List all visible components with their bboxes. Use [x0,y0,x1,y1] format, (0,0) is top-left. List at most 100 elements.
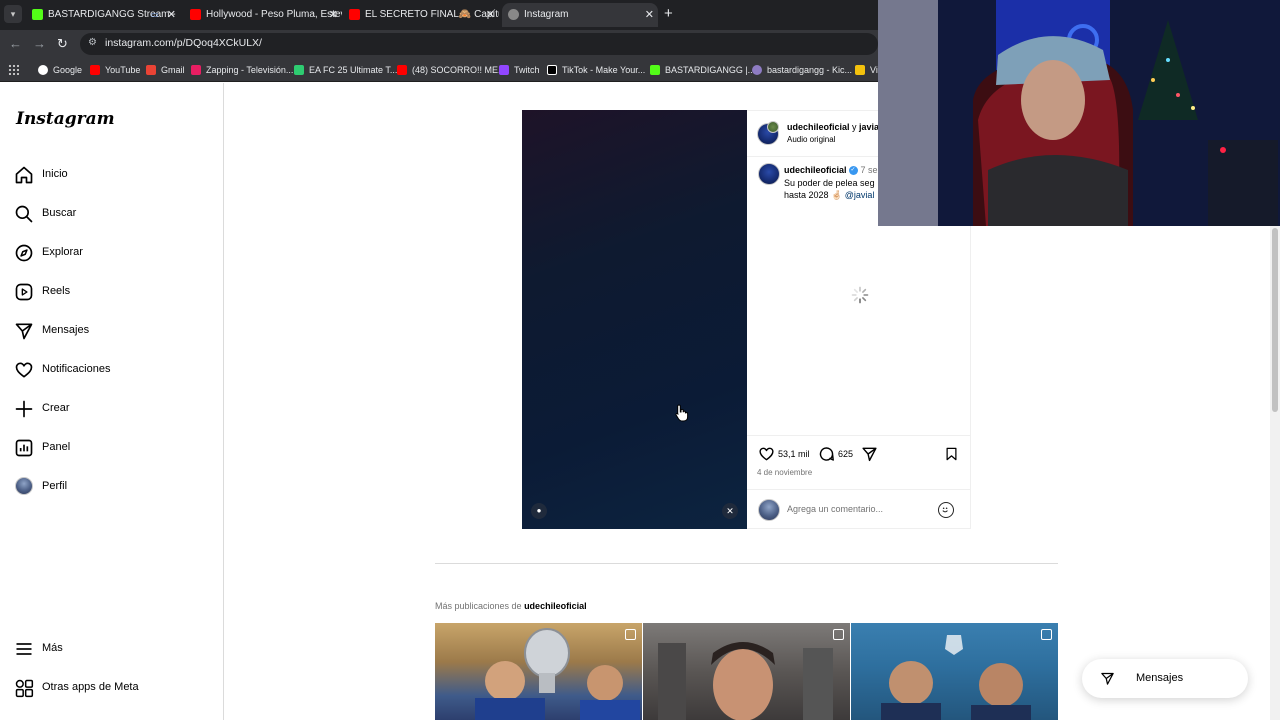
bookmark-youtube[interactable]: YouTube [90,63,140,77]
bookmark-label: bastardigangg - Kic... [767,65,853,75]
bookmark-eafc[interactable]: EA FC 25 Ultimate T... [294,63,397,77]
muted-speaker-icon[interactable]: ✕ [722,503,738,519]
comment-icon[interactable] [818,445,835,463]
emoji-icon[interactable] [938,502,954,518]
scrollbar-thumb[interactable] [1272,228,1278,412]
sidebar-item-label: Mensajes [42,324,90,336]
gmail-icon [146,65,156,75]
sidebar-item-buscar[interactable]: Buscar [14,202,214,226]
hand-cursor-icon [675,404,689,422]
google-icon [38,65,48,75]
tab-instagram[interactable]: Instagram ✕ [502,3,658,27]
webcam-overlay [878,0,1280,226]
close-icon[interactable]: ✕ [486,3,495,27]
username-link[interactable]: udechileoficial [787,122,850,132]
tab-kick-stream[interactable]: BASTARDIGANGG Stream - ▭ ✕ [26,3,180,27]
messages-label: Mensajes [1136,672,1184,684]
caption-line-2: hasta 2028 🤞🏻 [784,190,845,200]
carousel-badge-icon [1041,629,1052,640]
more-post-thumbnail[interactable] [643,623,850,720]
sidebar-item-inicio[interactable]: Inicio [14,163,214,187]
more-posts-prefix: Más publicaciones de [435,601,525,611]
audio-label[interactable]: Audio original [787,135,835,144]
streamer-webcam-image [878,0,1280,226]
home-icon [15,166,33,184]
sidebar-item-meta-apps[interactable]: Otras apps de Meta [14,676,214,700]
zapping-icon [191,65,201,75]
header-usernames[interactable]: udechileoficial y javia [787,122,879,132]
bookmark-kick[interactable]: bastardigangg - Kic... [752,63,852,77]
search-icon [15,205,33,223]
comments-count[interactable]: 625 [838,449,853,459]
caption-avatar[interactable] [758,163,780,185]
connector-text: y [849,122,860,132]
ea-icon [294,65,304,75]
tab-youtube-hollywood[interactable]: Hollywood - Peso Pluma, Esteva ✕ [184,3,342,27]
caption-username[interactable]: udechileoficial ✓ 7 se [784,165,878,176]
bookmark-socorro[interactable]: (48) SOCORRO!! ME... [397,63,506,77]
loading-spinner-icon [851,286,869,304]
bookmark-tiktok[interactable]: TikTok - Make Your... [547,63,645,77]
post-date[interactable]: 4 de noviembre [757,468,812,477]
tab-youtube-secreto[interactable]: EL SECRETO FINAL🙈 Capítulo ✕ [343,3,499,27]
bookmark-label: Vi [870,65,878,75]
bookmark-vi[interactable]: Vi [855,63,878,77]
kick-favicon-icon [32,9,43,20]
section-divider [435,563,1058,564]
bookmark-google[interactable]: Google [38,63,82,77]
address-bar[interactable]: ⚙ instagram.com/p/DQoq4XCkULX/ [80,33,878,55]
more-posts-title: Más publicaciones de udechileoficial [435,601,587,611]
bookmark-label: Twitch [514,65,540,75]
kick-icon [650,65,660,75]
kick-icon [752,65,762,75]
forward-icon[interactable]: → [33,36,46,52]
reload-icon[interactable]: ↻ [57,36,68,52]
collab-avatar[interactable] [767,121,779,133]
bookmark-label: BASTARDIGANGG |... [665,65,756,75]
bookmark-bastardigangg[interactable]: BASTARDIGANGG |... [650,63,755,77]
sidebar-item-label: Reels [42,285,71,297]
more-posts-username-link[interactable]: udechileoficial [524,601,587,611]
sidebar-item-reels[interactable]: Reels [14,280,214,304]
likes-count[interactable]: 53,1 mil [778,449,810,459]
site-info-icon[interactable]: ⚙ [88,37,97,48]
share-icon[interactable] [861,445,878,463]
sidebar-item-notificaciones[interactable]: Notificaciones [14,358,214,382]
youtube-favicon-icon [349,9,360,20]
more-post-thumbnail[interactable] [851,623,1058,720]
sidebar-item-crear[interactable]: Crear [14,397,214,421]
plus-icon [15,400,33,418]
messages-floating-button[interactable]: Mensajes [1082,659,1248,698]
twitch-icon [499,65,509,75]
url-text: instagram.com/p/DQoq4XCkULX/ [105,37,262,49]
bookmark-gmail[interactable]: Gmail [146,63,185,77]
apps-grid-icon[interactable] [8,64,19,75]
new-tab-button[interactable]: + [664,5,673,23]
bookmark-label: YouTube [105,65,141,75]
close-icon[interactable]: ✕ [645,3,654,27]
more-post-thumbnail[interactable] [435,623,642,720]
tab-search-button[interactable]: ▾ [4,5,22,23]
sidebar-item-mensajes[interactable]: Mensajes [14,319,214,343]
close-icon[interactable]: ✕ [167,3,176,27]
page-scrollbar[interactable] [1270,226,1280,720]
sidebar-item-explorar[interactable]: Explorar [14,241,214,265]
bookmark-zapping[interactable]: Zapping - Televisión... [191,63,293,77]
sidebar-item-panel[interactable]: Panel [14,436,214,460]
instagram-logo[interactable]: Instagram [16,109,115,129]
post-video[interactable]: ● ✕ [522,110,747,529]
comment-input[interactable]: Agrega un comentario... [787,504,883,514]
sidebar-item-mas[interactable]: Más [14,637,214,661]
sidebar-item-label: Perfil [42,480,68,492]
collab-username-link[interactable]: javia [859,122,879,132]
mention-link[interactable]: @javial [845,190,875,200]
close-icon[interactable]: ✕ [329,3,338,27]
tagged-users-icon[interactable]: ● [531,503,547,519]
sidebar-item-perfil[interactable]: Perfil [14,475,214,499]
bookmark-save-icon[interactable] [944,445,959,463]
bookmark-twitch[interactable]: Twitch [499,63,540,77]
like-heart-icon[interactable] [758,445,775,463]
back-icon[interactable]: ← [9,36,22,52]
loading-favicon-icon [508,9,519,20]
bookmark-icon [855,65,865,75]
